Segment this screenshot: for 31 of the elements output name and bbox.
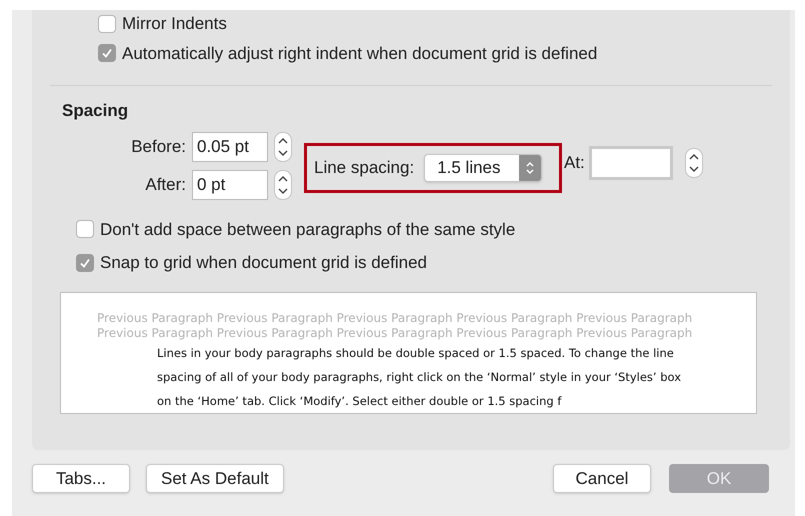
dropdown[interactable]: 1.5 lines [424, 154, 542, 182]
section-heading: Spacing [61, 100, 130, 122]
stepper-icon[interactable] [274, 132, 292, 162]
check-icon [79, 256, 91, 269]
preview-text: Lines in your body paragraphs should be double spaced or 1.5 spaced. To change the line [157, 344, 674, 362]
chevron-icon [525, 160, 536, 176]
field-label: At: [564, 152, 585, 174]
field-label: After: [144, 174, 186, 196]
checkbox-label: Automatically adjust right indent when document grid is defined [122, 42, 598, 64]
preview-text: on the ‘Home’ tab. Click ‘Modify’. Select either double or 1.5 spacing f [157, 392, 562, 410]
checkbox[interactable] [98, 44, 116, 62]
preview-text: Previous Paragraph Previous Paragraph Previous Paragraph Previous Paragraph Previous Paragraph [97, 326, 692, 340]
preview-text: spacing of all of your body paragraphs, right click on the ‘Normal’ style in your ‘Styles’ box [157, 368, 681, 386]
dialog-button[interactable]: Cancel [553, 464, 651, 493]
checkbox[interactable] [76, 220, 94, 238]
checkbox[interactable] [98, 14, 116, 33]
stepper-icon[interactable] [274, 170, 292, 200]
dialog-button[interactable]: Tabs... [32, 464, 130, 493]
input-field[interactable] [588, 146, 673, 180]
field-label: Before: [130, 136, 186, 158]
dialog-button[interactable]: Set As Default [146, 464, 284, 493]
stepper-icon[interactable] [684, 148, 703, 178]
field-label: Line spacing: [314, 156, 414, 179]
preview-text: Previous Paragraph Previous Paragraph Previous Paragraph Previous Paragraph Previous Paragraph [97, 310, 692, 326]
check-icon [101, 47, 113, 60]
checkbox-label: Don't add space between paragraphs of the same style [100, 218, 516, 240]
checkbox-label: Mirror Indents [122, 13, 227, 35]
checkbox[interactable] [76, 254, 94, 272]
input-field[interactable]: 0 pt [192, 170, 268, 200]
checkbox-label: Snap to grid when document grid is defined [100, 252, 427, 274]
input-field[interactable]: 0.05 pt [192, 132, 268, 162]
